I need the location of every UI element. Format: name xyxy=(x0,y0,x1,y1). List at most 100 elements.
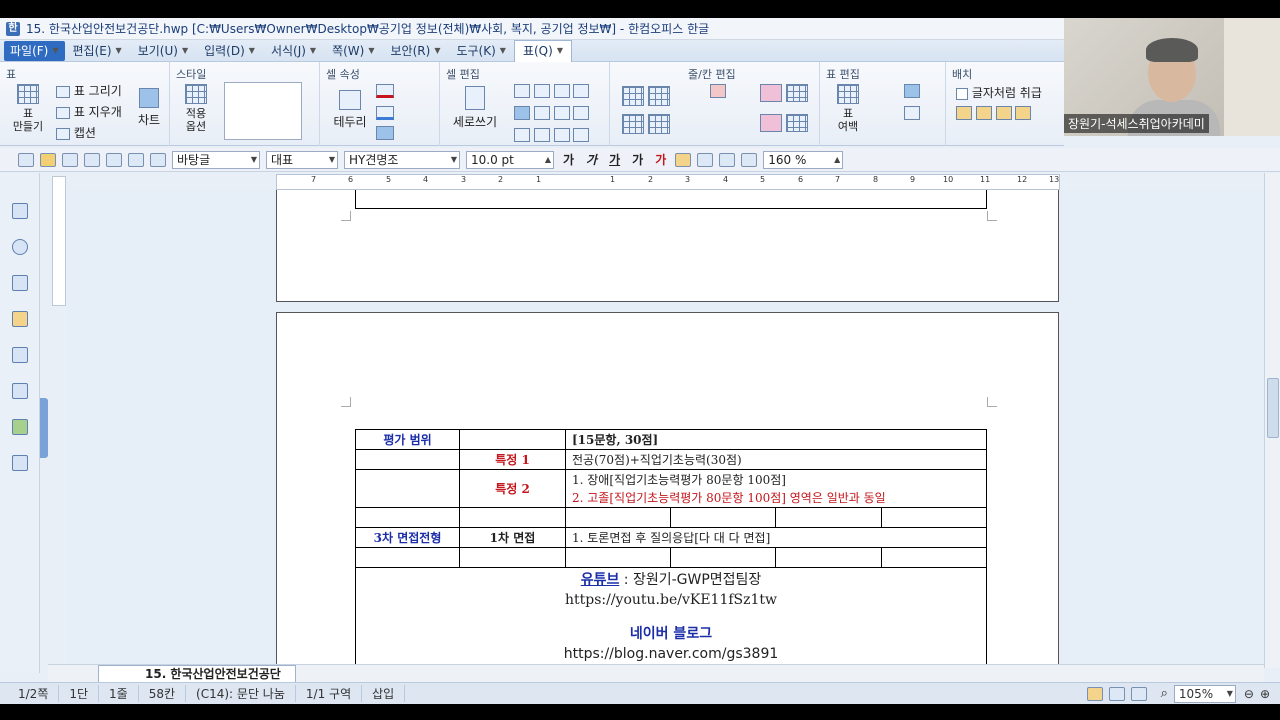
horizontal-scrollbar[interactable]: 15. 한국산업안전보건공단 xyxy=(48,664,1264,682)
promo-cell[interactable]: 유튜브 : 장원기-GWP면접팀장 https://youtu.be/vKE11… xyxy=(355,567,987,664)
table-cell[interactable]: [15문항, 30점] xyxy=(565,429,987,450)
align-center-icon[interactable] xyxy=(719,152,736,167)
document-canvas[interactable]: 평가 범위 [15문항, 30점] 특정 1 전공(70점)+직업기초능력(30… xyxy=(66,190,1264,664)
table-cell[interactable]: 전공(70점)+직업기초능력(30점) xyxy=(565,449,987,470)
view-normal-icon[interactable] xyxy=(1086,686,1103,701)
table-cell[interactable] xyxy=(564,547,672,568)
cell-split-buttons[interactable] xyxy=(622,114,670,137)
align-grid-2[interactable] xyxy=(514,106,590,123)
help-icon[interactable] xyxy=(12,239,28,255)
menu-security[interactable]: 보안(R) ▼ xyxy=(383,41,449,61)
table-cell[interactable] xyxy=(459,547,566,568)
zoom-in-icon[interactable]: ⊕ xyxy=(1260,687,1270,701)
document-icon[interactable] xyxy=(12,347,28,363)
blog-url[interactable]: https://blog.naver.com/gs3891 xyxy=(362,644,980,664)
caption-button[interactable]: 캡션 xyxy=(56,124,96,141)
language-select[interactable]: 대표 ▼ xyxy=(266,150,338,169)
style-select[interactable]: 바탕글 ▼ xyxy=(172,150,260,169)
image-icon[interactable] xyxy=(12,419,28,435)
wrap-buttons[interactable] xyxy=(956,106,1032,123)
open-folder-icon[interactable] xyxy=(40,152,56,167)
align-justify-icon[interactable] xyxy=(675,152,692,167)
print-icon[interactable] xyxy=(84,152,100,167)
sidebar-collapse-handle[interactable] xyxy=(40,398,48,458)
table-margin-button[interactable]: 표 여백 xyxy=(830,84,866,133)
table-cell[interactable]: 평가 범위 xyxy=(355,429,460,450)
vertical-write-button[interactable]: 세로쓰기 xyxy=(450,86,500,130)
font-color-button[interactable]: 가 xyxy=(652,151,669,168)
magnifier-icon[interactable]: ⌕ xyxy=(1161,686,1168,701)
menu-tools[interactable]: 도구(K) ▼ xyxy=(448,41,513,61)
font-size-input[interactable]: 10.0 pt ▲ xyxy=(466,150,554,169)
table-cell[interactable] xyxy=(880,547,988,568)
apply-options-button[interactable]: 적용 옵션 xyxy=(178,84,214,133)
fill-color-button[interactable] xyxy=(376,106,394,123)
table-cell[interactable]: 특정 1 xyxy=(459,449,566,470)
menu-view[interactable]: 보기(U) ▼ xyxy=(130,41,196,61)
align-right-icon[interactable] xyxy=(741,152,758,167)
table-cell[interactable] xyxy=(670,547,777,568)
table-cell[interactable] xyxy=(564,507,672,528)
table-cell[interactable] xyxy=(775,547,882,568)
menu-edit[interactable]: 편집(E) ▼ xyxy=(65,41,130,61)
menu-table[interactable]: 표(Q) ▼ xyxy=(513,39,572,62)
underline-button[interactable]: 가 xyxy=(606,151,623,168)
form-icon[interactable] xyxy=(12,383,28,399)
align-grid[interactable] xyxy=(514,84,590,101)
zoom-out-icon[interactable]: ⊖ xyxy=(1244,687,1254,701)
table-prop-buttons[interactable] xyxy=(904,84,920,101)
row-buttons[interactable] xyxy=(760,84,808,105)
new-doc-icon[interactable] xyxy=(18,152,34,167)
redo-icon[interactable] xyxy=(150,152,166,167)
table-cell[interactable]: 1차 면접 xyxy=(459,527,566,548)
table-cell[interactable]: 1. 토론면접 후 질의응답[다 대 다 면접] xyxy=(565,527,987,548)
table-cell[interactable]: 특정 2 xyxy=(459,469,566,508)
treat-as-char-checkbox[interactable]: 글자처럼 취급 xyxy=(956,84,1042,101)
table-prop-buttons-2[interactable] xyxy=(904,106,920,123)
cell-shade-button[interactable] xyxy=(376,126,394,143)
cell-merge-buttons[interactable] xyxy=(622,86,670,109)
scroll-thumb[interactable] xyxy=(1267,378,1279,438)
zoom-select[interactable]: 105% ▼ xyxy=(1173,684,1236,703)
book-icon[interactable] xyxy=(12,203,28,219)
table-cell[interactable] xyxy=(355,469,460,508)
align-grid-3[interactable] xyxy=(514,128,590,145)
chart-button[interactable]: 차트 xyxy=(138,88,160,128)
status-mode[interactable]: 삽입 xyxy=(362,685,406,702)
list-icon[interactable] xyxy=(12,275,28,291)
spell-check-icon[interactable] xyxy=(12,455,28,471)
table-cell[interactable] xyxy=(880,507,988,528)
document-tab[interactable]: 15. 한국산업안전보건공단 xyxy=(98,665,296,682)
table-cell[interactable] xyxy=(355,507,460,528)
vertical-scrollbar[interactable] xyxy=(1264,173,1280,668)
save-icon[interactable] xyxy=(62,152,78,167)
table-cell[interactable]: 1. 장애[직업기초능력평가 80문항 100점] 2. 고졸[직업기초능력평가… xyxy=(565,469,987,508)
table-style-gallery[interactable] xyxy=(224,82,302,140)
font-select[interactable]: HY견명조 ▼ xyxy=(344,150,460,169)
line-spacing-input[interactable]: 160 % ▲ xyxy=(763,150,844,169)
menu-insert[interactable]: 입력(D) ▼ xyxy=(196,41,263,61)
col-buttons[interactable] xyxy=(760,114,808,135)
table-cell[interactable]: 3차 면접전형 xyxy=(355,527,460,548)
table-cell[interactable] xyxy=(459,429,566,450)
menu-file[interactable]: 파일(F) ▼ xyxy=(4,40,65,61)
undo-icon[interactable] xyxy=(128,152,144,167)
insert-row-buttons[interactable] xyxy=(710,84,726,101)
italic-button[interactable]: 가 xyxy=(583,151,600,168)
menu-format[interactable]: 서식(J) ▼ xyxy=(263,41,324,61)
youtube-url[interactable]: https://youtu.be/vKE11fSz1tw xyxy=(362,590,980,610)
lightning-icon[interactable] xyxy=(12,311,28,327)
align-left-icon[interactable] xyxy=(697,152,714,167)
preview-icon[interactable] xyxy=(106,152,122,167)
draw-table-button[interactable]: 표 그리기 xyxy=(56,82,122,99)
table-cell[interactable] xyxy=(355,547,460,568)
view-web-icon[interactable] xyxy=(1108,686,1125,701)
table-cell[interactable] xyxy=(775,507,882,528)
erase-table-button[interactable]: 표 지우개 xyxy=(56,103,122,120)
table-cell[interactable] xyxy=(459,507,566,528)
view-outline-icon[interactable] xyxy=(1130,686,1147,701)
strike-button[interactable]: 가 xyxy=(629,151,646,168)
table-cell[interactable] xyxy=(670,507,777,528)
border-button[interactable]: 테두리 xyxy=(330,90,370,130)
table-cell[interactable] xyxy=(355,449,460,470)
